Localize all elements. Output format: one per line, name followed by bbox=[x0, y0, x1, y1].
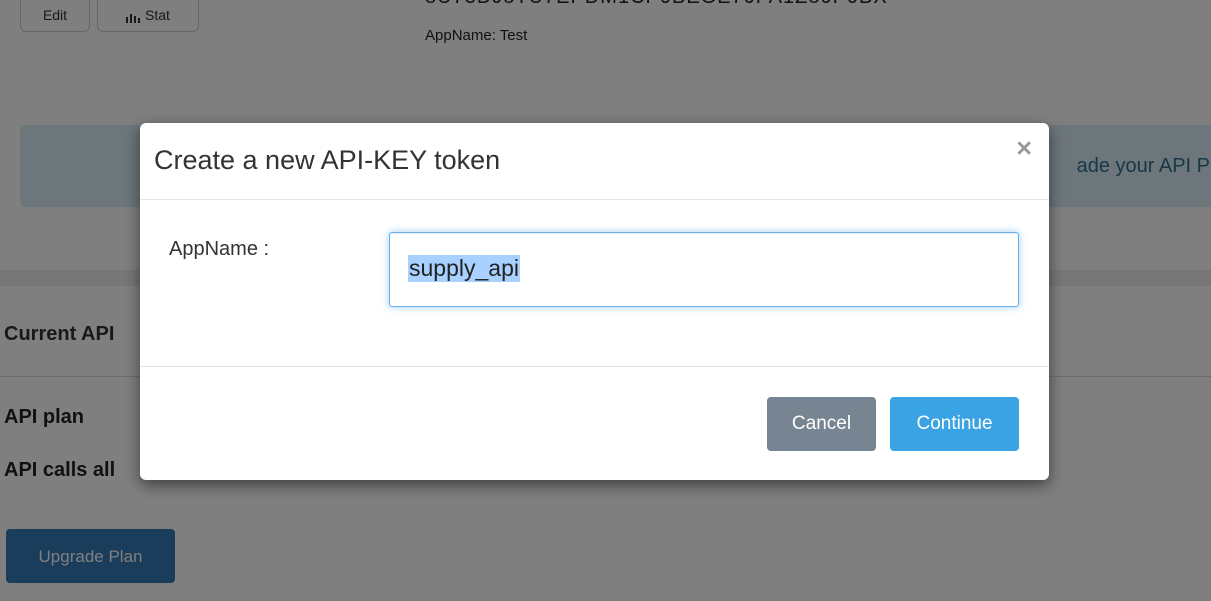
appname-input[interactable]: supply_api bbox=[389, 232, 1019, 307]
close-icon[interactable]: × bbox=[1016, 135, 1032, 162]
modal-header: Create a new API-KEY token × bbox=[140, 123, 1049, 200]
appname-field-label: AppName : bbox=[169, 238, 270, 260]
modal-footer-divider bbox=[140, 366, 1049, 367]
continue-button[interactable]: Continue bbox=[890, 397, 1019, 451]
appname-input-value: supply_api bbox=[408, 255, 520, 282]
create-token-modal: Create a new API-KEY token × AppName : s… bbox=[140, 123, 1049, 480]
page: Edit Stat 8U73DJ8TU7EPDM1CP0BEGE70PA1Z80… bbox=[0, 0, 1211, 601]
modal-title: Create a new API-KEY token bbox=[154, 145, 501, 175]
cancel-button[interactable]: Cancel bbox=[767, 397, 876, 451]
